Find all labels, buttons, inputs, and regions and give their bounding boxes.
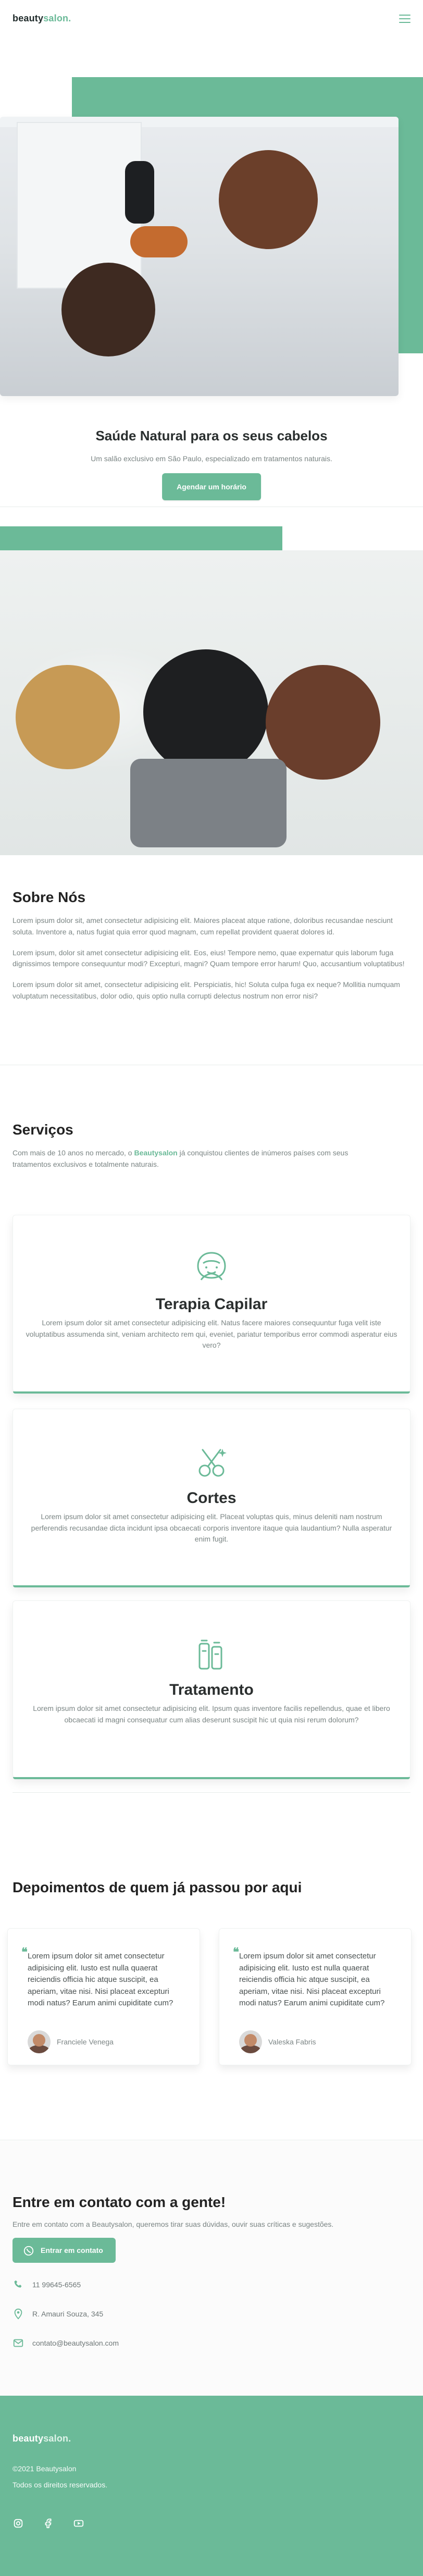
footer-logo-main: beauty: [13, 2433, 44, 2444]
hair-icon: [197, 1252, 226, 1280]
quote-icon: ❝: [21, 1945, 28, 1958]
about-paragraph-2: Lorem ipsum, dolor sit amet consectetur …: [13, 948, 405, 968]
testimonials-section: Depoimentos de quem já passou por aqui: [13, 1867, 410, 1908]
whatsapp-button-label: Entrar em contato: [41, 2246, 103, 2254]
services-paragraph: Com mais de 10 anos no mercado, o Beauty…: [13, 1148, 388, 1170]
brand-logo-accent: salon.: [43, 13, 71, 23]
footer-copyright: ©2021 Beautysalon: [13, 2464, 77, 2473]
testimonial-card: ❝ Lorem ipsum dolor sit amet consectetur…: [219, 1928, 412, 2065]
author-name: Franciele Venega: [57, 2038, 114, 2046]
menu-line-3: [399, 21, 410, 23]
center-shirt-shape: [130, 759, 287, 847]
phone-icon: [14, 2280, 22, 2288]
service-description: Lorem ipsum dolor sit amet consectetur a…: [31, 1512, 392, 1544]
scissors-icon: [198, 1449, 227, 1477]
hero-window-shape: [17, 122, 142, 289]
hero-section: Saúde Natural para os seus cabelos Um sa…: [0, 38, 423, 500]
service-title: Cortes: [186, 1489, 237, 1507]
hairdryer-shape: [125, 161, 154, 224]
about-title: Sobre Nós: [13, 889, 86, 906]
avatar: [28, 2030, 51, 2053]
mail-icon: [13, 2339, 23, 2347]
woman-center-figure: [143, 649, 268, 774]
about-paragraph-3: Lorem ipsum dolor sit amet, consectetur …: [13, 980, 400, 1000]
social-links: [13, 2518, 84, 2529]
whatsapp-contact-button[interactable]: Entrar em contato: [13, 2238, 116, 2263]
facebook-icon[interactable]: [43, 2518, 54, 2529]
contact-title: Entre em contato com a gente!: [13, 2194, 226, 2211]
services-intro: Com mais de 10 anos no mercado, o Beauty…: [13, 1140, 388, 1177]
menu-button[interactable]: [399, 14, 410, 23]
about-green-strip: [0, 526, 282, 551]
service-title: Terapia Capilar: [155, 1296, 268, 1313]
client-figure: [61, 263, 155, 356]
brush-shape: [130, 226, 188, 257]
footer-logo-accent: salon.: [43, 2433, 71, 2444]
footer-logo[interactable]: beautysalon.: [13, 2433, 71, 2444]
service-card-cuts[interactable]: Cortes Lorem ipsum dolor sit amet consec…: [13, 1409, 410, 1587]
author-name: Valeska Fabris: [268, 2038, 316, 2046]
stylist-figure: [219, 150, 318, 249]
treatment-icon: [198, 1640, 222, 1670]
avatar: [239, 2030, 262, 2053]
site-header: beautysalon.: [0, 0, 423, 38]
contact-info: 11 99645-6565 R. Amauri Souza, 345 conta…: [13, 2279, 119, 2367]
menu-line-2: [399, 18, 410, 19]
quote-icon: ❝: [233, 1945, 239, 1958]
testimonials-title: Depoimentos de quem já passou por aqui: [13, 1879, 302, 1896]
whatsapp-icon: [23, 2246, 34, 2256]
youtube-icon[interactable]: [73, 2518, 84, 2529]
address-info[interactable]: R. Amauri Souza, 345: [13, 2308, 119, 2320]
testimonial-card: ❝ Lorem ipsum dolor sit amet consectetur…: [7, 1928, 200, 2065]
testimonial-text: Lorem ipsum dolor sit amet consectetur a…: [239, 1952, 385, 2007]
site-footer: beautysalon. ©2021 Beautysalon Todos os …: [0, 2396, 423, 2576]
services-title: Serviços: [13, 1121, 73, 1138]
testimonial-author: Franciele Venega: [28, 2030, 114, 2053]
email-info[interactable]: contato@beautysalon.com: [13, 2337, 119, 2349]
location-icon: [14, 2308, 22, 2320]
brand-logo-main: beauty: [13, 13, 44, 23]
phone-text: 11 99645-6565: [32, 2281, 81, 2289]
service-title: Tratamento: [169, 1681, 254, 1698]
service-card-hair-therapy[interactable]: Terapia Capilar Lorem ipsum dolor sit am…: [13, 1215, 410, 1394]
testimonial-author: Valeska Fabris: [239, 2030, 316, 2053]
service-description: Lorem ipsum dolor sit amet consectetur a…: [33, 1704, 390, 1724]
phone-info[interactable]: 11 99645-6565: [13, 2279, 119, 2290]
hero-subtitle: Um salão exclusivo em São Paulo, especia…: [91, 454, 332, 463]
brand-logo[interactable]: beautysalon.: [13, 13, 71, 24]
hero-image: [0, 117, 399, 396]
section-divider: [13, 1792, 410, 1793]
services-intro-brand: Beautysalon: [134, 1149, 178, 1157]
about-section: Sobre Nós Lorem ipsum dolor sit, amet co…: [13, 877, 410, 1011]
service-description: Lorem ipsum dolor sit amet consectetur a…: [26, 1318, 397, 1350]
menu-line-1: [399, 14, 410, 16]
email-text: contato@beautysalon.com: [32, 2339, 119, 2347]
woman-left-figure: [16, 665, 120, 769]
about-image: [0, 550, 423, 855]
address-text: R. Amauri Souza, 345: [32, 2310, 104, 2318]
instagram-icon[interactable]: [13, 2518, 24, 2529]
schedule-button[interactable]: Agendar um horário: [162, 473, 261, 500]
contact-intro: Entre em contato com a Beautysalon, quer…: [13, 2212, 410, 2238]
service-card-treatment[interactable]: Tratamento Lorem ipsum dolor sit amet co…: [13, 1600, 410, 1779]
testimonial-text: Lorem ipsum dolor sit amet consectetur a…: [28, 1952, 173, 2007]
about-paragraph-1: Lorem ipsum dolor sit, amet consectetur …: [13, 916, 393, 936]
hero-title: Saúde Natural para os seus cabelos: [95, 428, 328, 444]
contact-text: Entre em contato com a Beautysalon, quer…: [13, 2220, 334, 2228]
footer-rights: Todos os direitos reservados.: [13, 2481, 108, 2489]
services-intro-before: Com mais de 10 anos no mercado, o: [13, 1149, 134, 1157]
